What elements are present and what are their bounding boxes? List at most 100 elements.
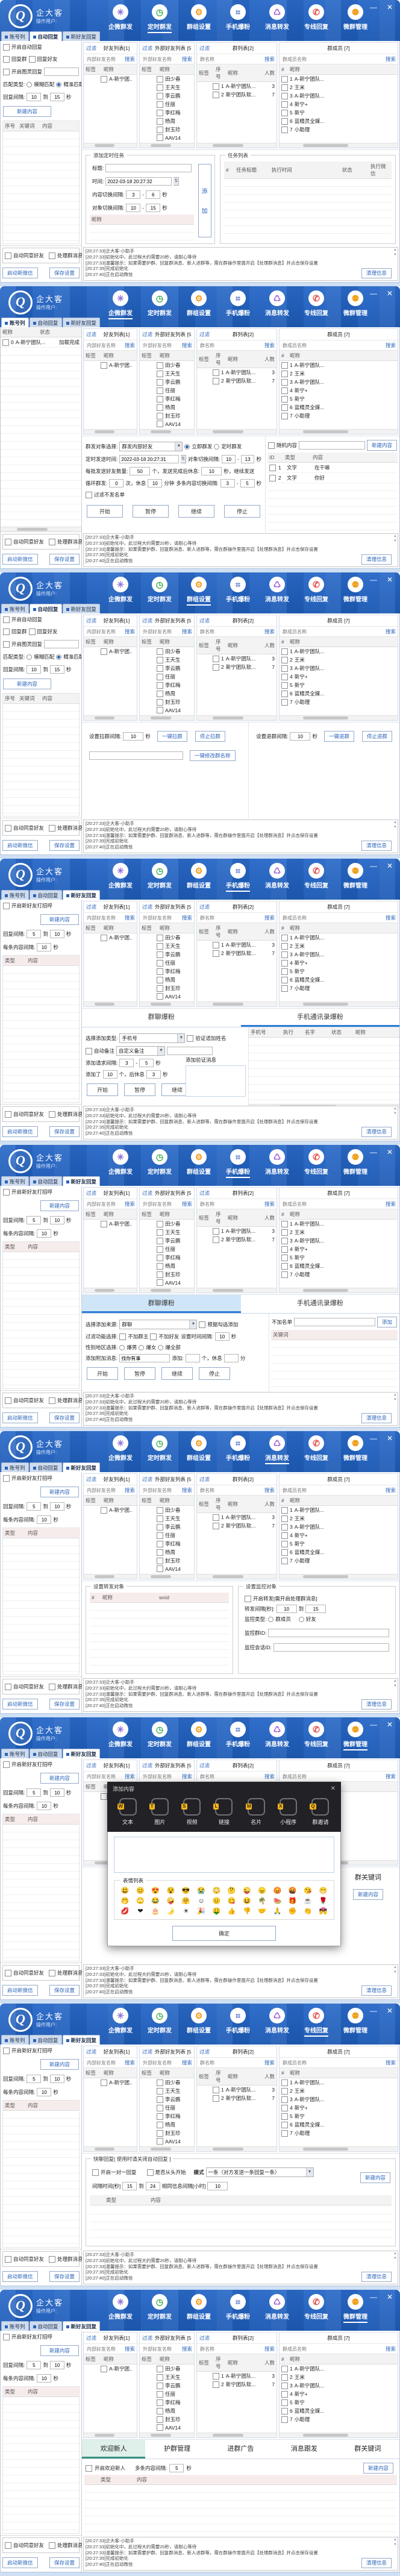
row-checkbox[interactable] <box>281 396 288 403</box>
nav-item-message-forward[interactable]: ♺ 消息转发 <box>259 1149 295 1178</box>
list-item[interactable]: 5新宁 <box>280 395 398 403</box>
list-item[interactable]: 4新宁+ <box>280 1531 398 1540</box>
row-checkbox[interactable] <box>157 665 163 672</box>
row-checkbox[interactable] <box>281 2399 288 2406</box>
reply-interval-from-input[interactable] <box>27 1216 41 1224</box>
add-source-select[interactable]: 群聊 <box>119 1320 197 1329</box>
row-checkbox[interactable] <box>281 404 288 411</box>
reply-interval-from-input[interactable] <box>27 2075 41 2083</box>
reply-interval-to-input[interactable] <box>50 1216 64 1224</box>
emoji-item[interactable]: 😐 <box>210 1897 223 1905</box>
list-item[interactable]: 封玉珍 <box>140 2129 194 2137</box>
hscrollbar[interactable] <box>280 1288 398 1293</box>
filter-link[interactable]: 过滤 <box>142 1476 152 1483</box>
list-item[interactable]: 2王米 <box>280 942 398 950</box>
search-link[interactable]: 搜索 <box>264 55 275 63</box>
row-checkbox[interactable] <box>281 977 288 983</box>
row-checkbox[interactable] <box>213 1228 219 1235</box>
save-settings-button[interactable]: 保存设置 <box>49 268 80 278</box>
row-checkbox[interactable] <box>213 656 219 662</box>
start-new-wechat-button[interactable]: 启动新微信 <box>2 2557 38 2568</box>
auto-accept-friend-checkbox[interactable] <box>5 252 11 259</box>
row-checkbox[interactable] <box>157 2416 163 2423</box>
add-deny-keyword-button[interactable]: 添加 <box>377 1317 397 1327</box>
row-checkbox[interactable] <box>157 682 163 689</box>
handle-group-msg-checkbox[interactable] <box>49 1111 55 1118</box>
log-scrollbar[interactable]: ▲▼ <box>393 1393 397 1403</box>
list-item[interactable]: 3A-新宁团队... <box>280 92 398 100</box>
row-checkbox[interactable] <box>213 1236 219 1243</box>
save-settings-button[interactable]: 保存设置 <box>49 1126 80 1137</box>
hscrollbar[interactable] <box>140 2146 194 2151</box>
row-checkbox[interactable] <box>157 960 163 967</box>
hscrollbar[interactable] <box>197 1001 277 1006</box>
search-link[interactable]: 搜索 <box>264 342 275 349</box>
row-checkbox[interactable] <box>281 110 288 116</box>
group-search-input[interactable] <box>199 342 263 349</box>
nav-item-message-forward[interactable]: ♺ 消息转发 <box>259 863 295 892</box>
filter-link[interactable]: 过滤 <box>86 1476 96 1483</box>
list-item[interactable]: 7小助理 <box>280 125 398 134</box>
hscrollbar[interactable] <box>140 715 194 720</box>
nav-item-phone-fan-boost[interactable]: ⌗ 手机爆粉 <box>220 4 256 33</box>
row-checkbox[interactable] <box>157 1541 163 1547</box>
row-checkbox[interactable] <box>101 1793 107 1800</box>
sidebar-tab-account-list[interactable]: 账号列 <box>1 1176 29 1186</box>
row-checkbox[interactable] <box>101 1507 107 1514</box>
list-item[interactable]: 2王米 <box>280 83 398 92</box>
filter-deny-list-checkbox[interactable] <box>86 492 92 498</box>
nav-item-timed-mass-send[interactable]: ◷ 定时群发 <box>142 1722 178 1750</box>
list-item[interactable]: A-新宁团.. <box>84 2078 137 2087</box>
list-item[interactable]: 2新宁团队软...7 <box>197 377 277 385</box>
row-checkbox[interactable] <box>157 84 163 91</box>
hscrollbar[interactable] <box>84 1574 137 1579</box>
hscrollbar[interactable] <box>197 2146 277 2151</box>
row-checkbox[interactable] <box>281 1541 288 1547</box>
filter-link[interactable]: 过滤 <box>199 45 210 52</box>
nav-item-timed-mass-send[interactable]: ◷ 定时群发 <box>142 1149 178 1178</box>
auto-accept-friend-checkbox[interactable] <box>5 2542 11 2549</box>
list-item[interactable]: AAV14 <box>140 1279 194 1286</box>
row-checkbox[interactable] <box>213 1514 219 1521</box>
one-to-one-reply-checkbox[interactable] <box>92 2169 99 2176</box>
filter-link[interactable]: 过滤 <box>86 2048 96 2055</box>
group-manage-tab[interactable]: 护群管理 <box>145 2440 208 2458</box>
verify-message-input[interactable] <box>186 1065 246 1097</box>
emoji-item[interactable]: 💋 <box>118 1907 132 1916</box>
nav-item-wecom-mass-send[interactable]: ✳ 企微群发 <box>102 863 139 892</box>
emoji-item[interactable]: 😘 <box>301 1887 314 1895</box>
row-checkbox[interactable] <box>157 2096 163 2103</box>
hscrollbar[interactable] <box>84 2146 137 2151</box>
time-spinner[interactable]: ⇅ <box>181 455 186 463</box>
list-item[interactable]: 7小助理 <box>280 1556 398 1565</box>
emoji-item[interactable]: ☀ <box>179 1907 193 1916</box>
group-manage-tab[interactable]: 欢迎新人 <box>82 2440 145 2458</box>
list-item[interactable]: 任丽 <box>140 1531 194 1540</box>
content-type-button[interactable]: M 名片 <box>243 1798 269 1826</box>
external-friend-search-input[interactable] <box>142 342 181 349</box>
search-link[interactable]: 搜索 <box>386 2059 396 2066</box>
row-checkbox[interactable] <box>281 1271 288 1278</box>
row-checkbox[interactable] <box>213 950 219 957</box>
random-content-checkbox[interactable] <box>268 442 275 449</box>
boost-female-radio[interactable] <box>139 1345 144 1350</box>
row-checkbox[interactable] <box>157 396 163 403</box>
search-link[interactable]: 搜索 <box>125 55 135 63</box>
enable-welcome-checkbox[interactable] <box>86 2465 92 2472</box>
list-item[interactable]: 1A-新宁团队... <box>280 2364 398 2373</box>
nav-item-micro-group-manage[interactable]: ⚉ 微群管理 <box>337 1722 373 1750</box>
pull-interval-input[interactable] <box>123 732 143 741</box>
row-checkbox[interactable] <box>157 2113 163 2120</box>
row-checkbox[interactable] <box>281 1515 288 1522</box>
list-item[interactable]: 6蓝精灵全媒... <box>280 689 398 698</box>
sidebar-tab-auto-reply[interactable]: 自动回复 <box>30 604 62 613</box>
row-checkbox[interactable] <box>281 1246 288 1253</box>
group-member-search-input[interactable] <box>281 342 384 349</box>
greet-new-friend-checkbox[interactable] <box>3 2334 10 2340</box>
list-item[interactable]: 田少春 <box>140 933 194 942</box>
group-search-input[interactable] <box>199 2060 263 2066</box>
content-row[interactable]: 1文字在干嘛 <box>267 463 398 473</box>
row-checkbox[interactable] <box>281 1558 288 1564</box>
list-item[interactable]: 2新宁团队软...7 <box>197 1521 277 1530</box>
turing-reply-checkbox[interactable] <box>3 69 10 75</box>
